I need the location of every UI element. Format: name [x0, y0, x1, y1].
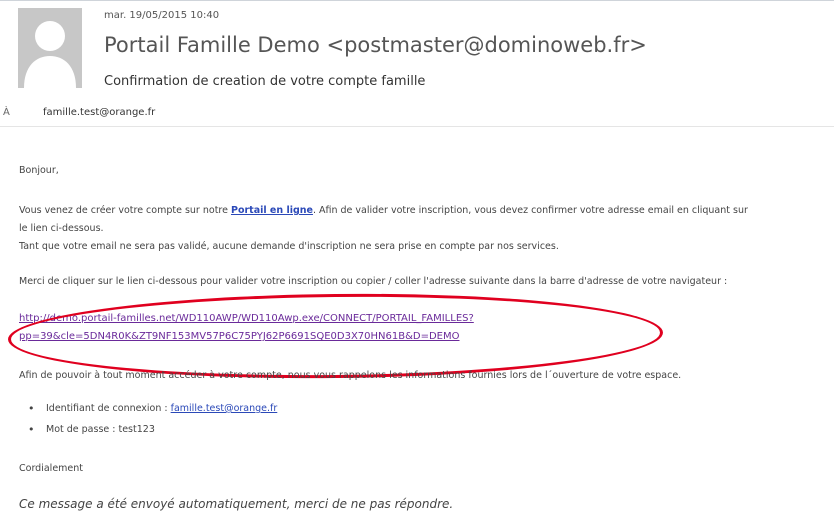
- portal-link[interactable]: Portail en ligne: [231, 205, 313, 216]
- paragraph-validation-note: Tant que votre email ne sera pas validé,…: [19, 241, 559, 252]
- closing: Cordialement: [19, 463, 84, 474]
- paragraph-intro-line2: le lien ci-dessous.: [19, 223, 104, 234]
- email-subject: Confirmation de creation de votre compte…: [104, 74, 426, 89]
- recipient-label: À: [3, 107, 10, 118]
- recipient-address[interactable]: famille.test@orange.fr: [43, 107, 155, 118]
- paragraph-intro: Vous venez de créer votre compte sur not…: [19, 205, 748, 216]
- highlight-ellipse: [7, 290, 664, 382]
- automatic-message-notice: Ce message a été envoyé automatiquement,…: [19, 497, 454, 511]
- paragraph-instructions: Merci de cliquer sur le lien ci-dessous …: [19, 276, 728, 287]
- paragraph-intro-start: Vous venez de créer votre compte sur not…: [19, 205, 231, 216]
- password-label: Mot de passe :: [46, 424, 119, 435]
- paragraph-reminder: Afin de pouvoir à tout moment accéder à …: [19, 370, 682, 381]
- credentials-list: Identifiant de connexion : famille.test@…: [26, 402, 278, 445]
- email-date: mar. 19/05/2015 10:40: [104, 10, 220, 21]
- paragraph-intro-end: . Afin de valider votre inscription, vou…: [312, 205, 748, 216]
- list-item-password: Mot de passe : test123: [26, 423, 277, 445]
- person-silhouette-icon: [18, 8, 82, 88]
- header-divider: [0, 126, 834, 127]
- identifier-link[interactable]: famille.test@orange.fr: [171, 403, 278, 414]
- list-item-identifier: Identifiant de connexion : famille.test@…: [26, 402, 278, 424]
- greeting: Bonjour,: [19, 165, 59, 176]
- sender-avatar: [18, 8, 82, 88]
- password-value: test123: [118, 424, 155, 435]
- email-sender[interactable]: Portail Famille Demo <postmaster@dominow…: [104, 33, 647, 57]
- top-border: [0, 0, 834, 1]
- identifier-label: Identifiant de connexion :: [46, 403, 171, 414]
